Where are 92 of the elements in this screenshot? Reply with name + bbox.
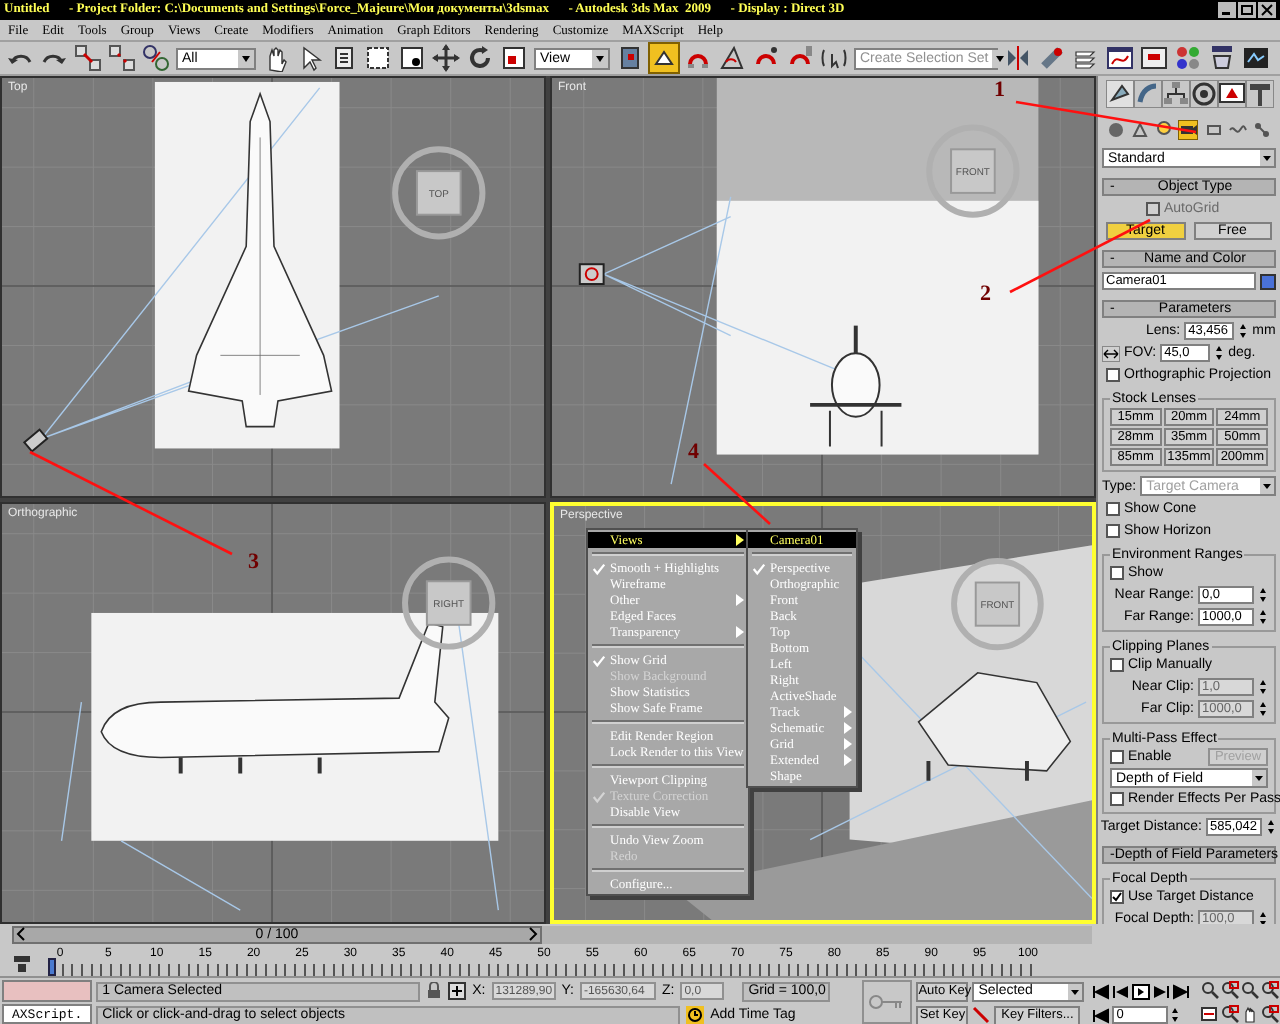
minimize-button[interactable] bbox=[1218, 2, 1236, 18]
viewcube-icon[interactable] bbox=[951, 558, 1044, 651]
previous-frame-icon[interactable] bbox=[1112, 983, 1131, 999]
unlink-icon[interactable] bbox=[108, 44, 136, 72]
utilities-tab-icon[interactable] bbox=[1246, 80, 1274, 108]
dropdown-arrow-icon bbox=[592, 49, 608, 67]
listener-input[interactable] bbox=[2, 980, 93, 1002]
material-editor-icon[interactable] bbox=[1174, 44, 1202, 72]
shuttle-drawing bbox=[810, 325, 902, 448]
modify-tab-icon[interactable] bbox=[1134, 80, 1162, 108]
spinner-icon bbox=[1258, 677, 1268, 695]
checkbox[interactable] bbox=[1110, 566, 1124, 580]
create-tab-icon[interactable] bbox=[1106, 80, 1134, 108]
dropdown-arrow-icon bbox=[1252, 770, 1266, 786]
zoom-extents-icon[interactable] bbox=[1240, 980, 1261, 1000]
viewcube-icon[interactable] bbox=[926, 124, 1020, 218]
spinner-icon bbox=[1258, 607, 1268, 625]
dropdown-arrow-icon bbox=[238, 49, 254, 67]
motion-tab-icon[interactable] bbox=[1190, 80, 1218, 108]
pivot-icon[interactable] bbox=[616, 44, 644, 72]
go-to-end-icon[interactable] bbox=[1172, 983, 1191, 999]
orbit-icon[interactable] bbox=[1260, 1004, 1280, 1024]
checkbox[interactable] bbox=[1106, 524, 1120, 538]
shape-icon[interactable] bbox=[1130, 120, 1151, 140]
select-by-name-icon[interactable] bbox=[330, 44, 358, 72]
curve-editor-icon[interactable] bbox=[1106, 44, 1134, 72]
window-crossing-icon[interactable] bbox=[398, 44, 426, 72]
field-of-view-icon[interactable] bbox=[1220, 1004, 1241, 1024]
rendered-frame-icon[interactable] bbox=[1242, 44, 1270, 72]
lock-icon[interactable] bbox=[426, 982, 443, 1000]
zoom-icon[interactable] bbox=[1200, 980, 1221, 1000]
mirror-icon[interactable] bbox=[1004, 44, 1032, 72]
camera-icon bbox=[578, 263, 605, 285]
spinner-icon bbox=[1266, 818, 1276, 836]
key-tangent-icon[interactable] bbox=[972, 1006, 991, 1024]
next-frame-icon bbox=[526, 926, 540, 942]
checkbox[interactable] bbox=[1110, 890, 1124, 904]
go-to-start-icon[interactable] bbox=[1092, 983, 1111, 999]
key-mode-icon[interactable] bbox=[1092, 1007, 1111, 1023]
annotation-number: 2 bbox=[980, 282, 991, 306]
schematic-view-icon[interactable] bbox=[1140, 44, 1168, 72]
filter-icon[interactable] bbox=[12, 954, 32, 974]
previous-frame-icon bbox=[14, 926, 28, 942]
checkbox[interactable] bbox=[1110, 792, 1124, 806]
checkbox[interactable] bbox=[1110, 750, 1124, 764]
sphere-icon[interactable] bbox=[1106, 120, 1126, 140]
hierarchy-tab-icon[interactable] bbox=[1162, 80, 1190, 108]
rotate-icon[interactable] bbox=[466, 44, 494, 72]
checkbox[interactable] bbox=[1106, 368, 1120, 382]
viewcube-icon[interactable] bbox=[392, 146, 486, 240]
close-button[interactable] bbox=[1258, 2, 1276, 18]
time-tag-icon[interactable] bbox=[686, 1006, 705, 1024]
time-config-icon[interactable] bbox=[1200, 1004, 1221, 1024]
display-tab-icon[interactable] bbox=[1218, 80, 1246, 108]
fov-direction-icon[interactable] bbox=[1102, 345, 1120, 361]
named-selection-icon[interactable] bbox=[820, 44, 848, 72]
checkbox[interactable] bbox=[1106, 502, 1120, 516]
pan-icon[interactable] bbox=[1240, 1004, 1261, 1024]
annotation-number: 1 bbox=[994, 78, 1005, 102]
checkbox[interactable] bbox=[1110, 658, 1124, 672]
spinner-icon bbox=[1258, 909, 1268, 924]
zoom-all-icon[interactable] bbox=[1220, 980, 1241, 1000]
manipulate-icon[interactable] bbox=[650, 44, 678, 72]
viewport[interactable] bbox=[550, 502, 1096, 924]
play-icon[interactable] bbox=[1132, 983, 1151, 999]
render-setup-icon[interactable] bbox=[1208, 44, 1236, 72]
spinner-icon bbox=[1258, 699, 1268, 717]
systems-icon[interactable] bbox=[1251, 120, 1272, 140]
helper-icon[interactable] bbox=[1203, 120, 1224, 140]
annotation-number: 4 bbox=[688, 440, 699, 464]
next-frame-icon[interactable] bbox=[1152, 983, 1171, 999]
annotation-number: 3 bbox=[248, 550, 259, 574]
annotation-line bbox=[703, 463, 771, 525]
bind-icon[interactable] bbox=[142, 44, 170, 72]
maximize-button[interactable] bbox=[1238, 2, 1256, 18]
link-icon[interactable] bbox=[74, 44, 102, 72]
spinner-icon bbox=[1258, 585, 1268, 603]
angle-snap-icon[interactable] bbox=[718, 44, 746, 72]
dropdown-arrow-icon bbox=[1260, 150, 1274, 166]
move-icon[interactable] bbox=[432, 44, 460, 72]
viewcube-icon[interactable] bbox=[402, 556, 496, 650]
scale-icon[interactable] bbox=[500, 44, 528, 72]
camera-icon bbox=[22, 428, 49, 453]
zoom-extents-all-icon[interactable] bbox=[1260, 980, 1280, 1000]
absolute-mode-icon[interactable] bbox=[448, 982, 467, 1000]
frame-marker[interactable] bbox=[48, 958, 56, 976]
region-select-icon[interactable] bbox=[364, 44, 392, 72]
align-icon[interactable] bbox=[1038, 44, 1066, 72]
color-swatch[interactable] bbox=[1260, 273, 1276, 289]
dropdown-arrow-icon bbox=[1068, 983, 1083, 999]
dropdown-arrow-icon bbox=[992, 49, 1009, 67]
dropdown-arrow-icon bbox=[1260, 478, 1274, 494]
